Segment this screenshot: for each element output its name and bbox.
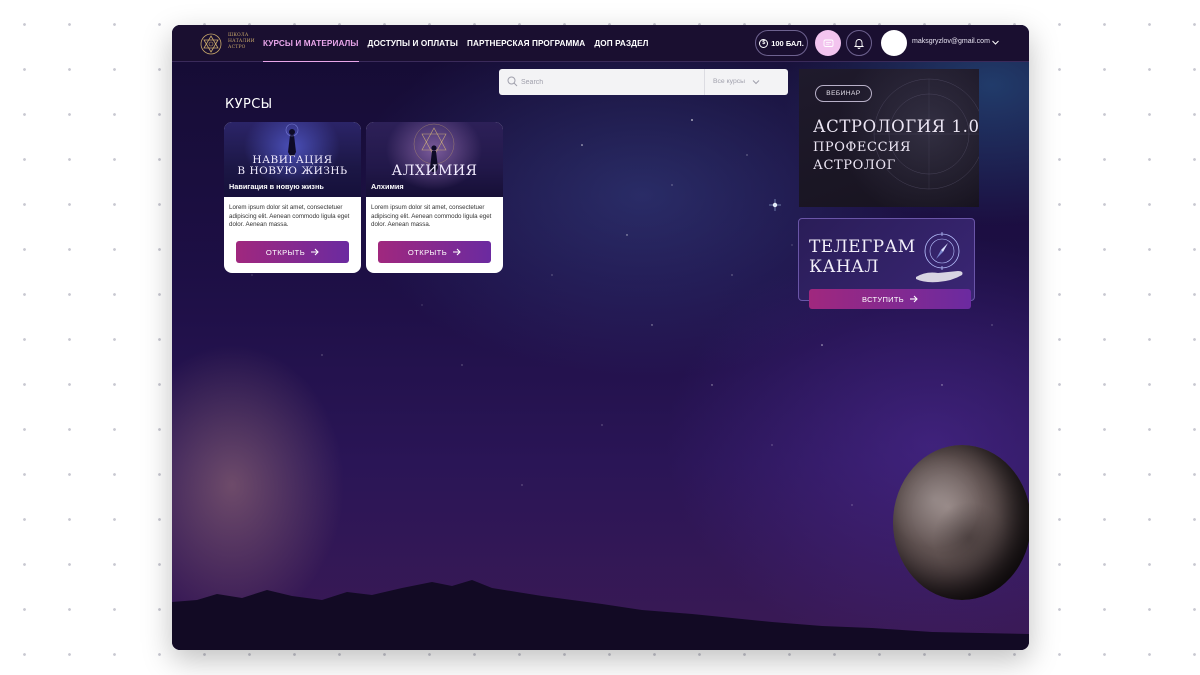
school-logo-icon[interactable] (200, 33, 222, 55)
compass-hand-icon (916, 232, 963, 283)
search-bar: Все курсы (499, 69, 788, 95)
nav-item-extra-section[interactable]: ДОП РАЗДЕЛ (594, 25, 648, 62)
notifications-button[interactable] (846, 30, 872, 56)
webinar-title: АСТРОЛОГИЯ 1.0 (813, 117, 979, 136)
arrow-right-icon (453, 248, 461, 256)
webinar-subtitle-line2: АСТРОЛОГ (813, 158, 896, 173)
nav-item-courses[interactable]: КУРСЫ И МАТЕРИАЛЫ (263, 25, 359, 62)
course-filter-select[interactable]: Все курсы (713, 78, 745, 85)
open-course-button[interactable]: ОТКРЫТЬ (378, 241, 491, 263)
chevron-down-icon[interactable] (991, 38, 1000, 47)
nav-item-partner-program[interactable]: ПАРТНЕРСКАЯ ПРОГРАММА (467, 25, 585, 62)
arrow-right-icon (909, 295, 918, 303)
course-description: Lorem ipsum dolor sit amet, consectetuer… (229, 204, 350, 229)
course-cover-title-line2: В НОВУЮ ЖИЗНЬ (237, 165, 348, 177)
chat-icon (823, 39, 833, 47)
search-divider (704, 69, 705, 95)
webinar-subtitle-line1: ПРОФЕССИЯ (813, 140, 912, 155)
logo-text: ШКОЛА НАТАЛИИ АСТРО (228, 33, 255, 50)
open-course-button[interactable]: ОТКРЫТЬ (236, 241, 349, 263)
webinar-banner[interactable]: ВЕБИНАР АСТРОЛОГИЯ 1.0 ПРОФЕССИЯ АСТРОЛО… (799, 69, 979, 207)
join-telegram-button-label: ВСТУПИТЬ (862, 294, 904, 304)
points-label: 100 БАЛ. (771, 38, 804, 48)
course-name: Навигация в новую жизнь (229, 182, 324, 191)
page-title: КУРСЫ (225, 97, 273, 112)
mountains-silhouette (172, 580, 1029, 650)
search-input[interactable] (521, 73, 701, 91)
join-telegram-button[interactable]: ВСТУПИТЬ (809, 289, 971, 309)
telegram-title-line2: КАНАЛ (809, 257, 879, 277)
app-window: ШКОЛА НАТАЛИИ АСТРО КУРСЫ И МАТЕРИАЛЫ ДО… (172, 25, 1029, 650)
arrow-right-icon (311, 248, 319, 256)
coin-icon: $ (759, 38, 769, 48)
course-cover-image: НАВИГАЦИЯ В НОВУЮ ЖИЗНЬ Навигация в нову… (224, 122, 361, 197)
open-course-button-label: ОТКРЫТЬ (407, 247, 448, 257)
webinar-subtitle: ПРОФЕССИЯ АСТРОЛОГ (813, 139, 923, 175)
chevron-down-icon[interactable] (752, 78, 760, 86)
bell-icon (853, 39, 865, 49)
search-icon (507, 76, 518, 87)
chat-button[interactable] (815, 30, 841, 56)
course-name: Алхимия (371, 182, 404, 191)
points-balance-button[interactable]: $ 100 БАЛ. (755, 30, 808, 56)
course-cover-title-line1: АЛХИМИЯ (391, 163, 478, 179)
user-avatar[interactable] (881, 30, 907, 56)
course-card[interactable]: НАВИГАЦИЯ В НОВУЮ ЖИЗНЬ Навигация в нову… (224, 122, 361, 273)
telegram-title: ТЕЛЕГРАМ КАНАЛ (809, 237, 919, 277)
course-description: Lorem ipsum dolor sit amet, consectetuer… (371, 204, 492, 229)
webinar-badge: ВЕБИНАР (815, 85, 872, 102)
nav-item-access-payments[interactable]: ДОСТУПЫ И ОПЛАТЫ (368, 25, 458, 62)
top-header: ШКОЛА НАТАЛИИ АСТРО КУРСЫ И МАТЕРИАЛЫ ДО… (172, 25, 1029, 62)
open-course-button-label: ОТКРЫТЬ (265, 247, 306, 257)
main-nav: КУРСЫ И МАТЕРИАЛЫ ДОСТУПЫ И ОПЛАТЫ ПАРТН… (263, 25, 649, 62)
course-cover-image: АЛХИМИЯ Алхимия (366, 122, 503, 197)
course-card[interactable]: АЛХИМИЯ Алхимия Lorem ipsum dolor sit am… (366, 122, 503, 273)
user-email[interactable]: maksgryzlov@gmail.com (912, 38, 990, 45)
telegram-title-line1: ТЕЛЕГРАМ (809, 237, 916, 257)
